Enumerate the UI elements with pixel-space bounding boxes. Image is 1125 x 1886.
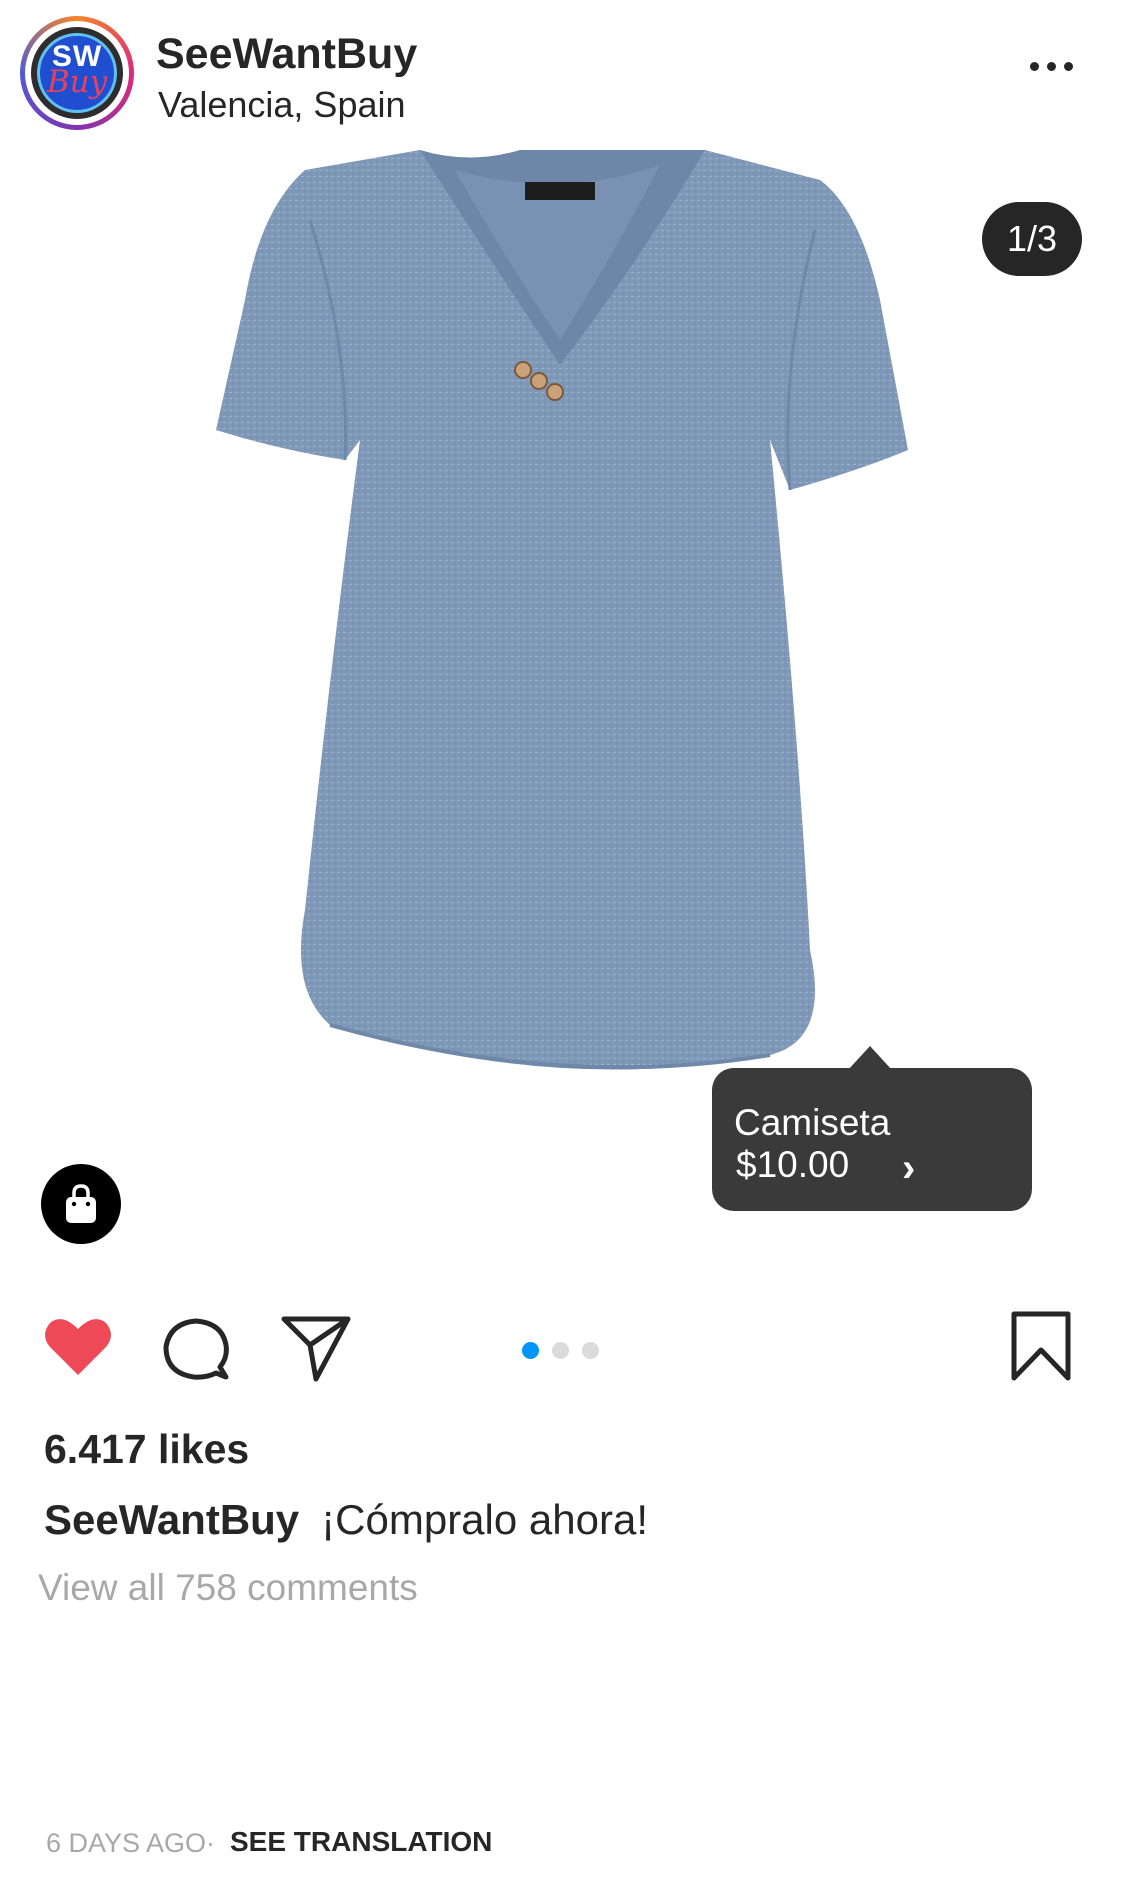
carousel-dot	[582, 1342, 599, 1359]
more-options-icon[interactable]	[1030, 62, 1080, 82]
see-translation-link[interactable]: SEE TRANSLATION	[230, 1826, 492, 1858]
comment-icon	[163, 1318, 229, 1380]
location[interactable]: Valencia, Spain	[158, 84, 406, 126]
likes-count[interactable]: 6.417 likes	[44, 1426, 249, 1473]
avatar-logo-buy: Buy	[46, 64, 108, 100]
heart-icon	[45, 1319, 111, 1375]
product-tag-pointer	[848, 1046, 892, 1070]
product-tag[interactable]: Camiseta $10.00 ›	[712, 1068, 1032, 1211]
like-button[interactable]	[42, 1315, 114, 1384]
send-icon	[281, 1316, 351, 1382]
shopping-bag-button[interactable]	[41, 1164, 121, 1244]
caption-text: ¡Cómpralo ahora!	[321, 1496, 648, 1543]
carousel-dot-active	[522, 1342, 539, 1359]
shopping-bag-icon	[66, 1184, 96, 1223]
bookmark-icon	[1011, 1311, 1071, 1381]
post-timestamp: 6 DAYS AGO·	[46, 1828, 216, 1858]
caption: SeeWantBuy ¡Cómpralo ahora!	[44, 1496, 648, 1544]
carousel-counter: 1/3	[982, 202, 1082, 276]
comment-button[interactable]	[162, 1315, 230, 1388]
product-price: $10.00	[736, 1144, 850, 1185]
share-button[interactable]	[280, 1315, 352, 1388]
carousel-dot	[552, 1342, 569, 1359]
caption-username[interactable]: SeeWantBuy	[44, 1496, 299, 1543]
chevron-right-icon: ›	[902, 1146, 916, 1190]
carousel-indicator	[522, 1342, 599, 1359]
username[interactable]: SeeWantBuy	[156, 30, 417, 79]
save-button[interactable]	[1010, 1310, 1072, 1387]
view-comments-link[interactable]: View all 758 comments	[38, 1567, 418, 1609]
product-name: Camiseta	[734, 1102, 891, 1143]
